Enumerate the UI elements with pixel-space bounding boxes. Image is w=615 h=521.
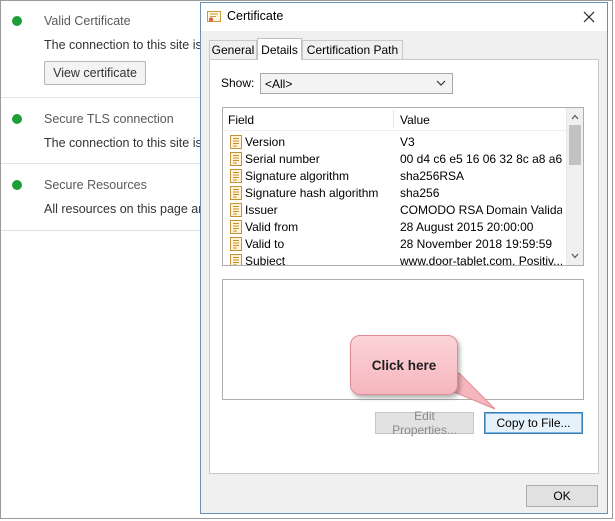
list-rows: Version V3 Serial number 00 d4 c6 e5 16 …	[223, 134, 566, 266]
field-value: 28 November 2018 19:59:59	[400, 237, 553, 251]
scrollbar-thumb[interactable]	[569, 125, 581, 165]
section-title: Secure Resources	[44, 178, 147, 192]
chevron-down-icon	[436, 80, 446, 86]
certificate-field-icon	[230, 203, 242, 217]
field-value: V3	[400, 135, 415, 149]
field-name: Serial number	[245, 152, 320, 166]
close-icon	[583, 11, 595, 23]
section-text: The connection to this site is u	[44, 136, 204, 150]
show-dropdown-value: <All>	[265, 76, 293, 91]
field-name: Valid to	[245, 237, 285, 251]
view-certificate-button[interactable]: View certificate	[44, 61, 146, 85]
certificate-field-icon	[230, 135, 242, 149]
show-dropdown[interactable]: <All>	[260, 73, 453, 94]
chevron-up-icon	[571, 114, 579, 120]
field-value: sha256	[400, 186, 440, 200]
screenshot: Valid Certificate The connection to this…	[0, 0, 613, 519]
tab-certification-path[interactable]: Certification Path	[302, 40, 403, 59]
status-dot-icon	[12, 180, 22, 190]
section-title: Secure TLS connection	[44, 112, 174, 126]
copy-to-file-button[interactable]: Copy to File...	[484, 412, 583, 434]
certificate-field-icon	[230, 254, 242, 265]
section-text: The connection to this site is u	[44, 38, 204, 52]
field-name: Subject	[245, 254, 286, 266]
certificate-field-icon	[230, 186, 242, 200]
chevron-down-icon	[571, 253, 579, 259]
field-name: Version	[245, 135, 286, 149]
details-tab-panel: Show: <All> Field Value Version V3 Seria…	[209, 59, 599, 474]
edit-properties-button[interactable]: Edit Properties...	[375, 409, 474, 437]
status-dot-icon	[12, 114, 22, 124]
certificate-field-icon	[230, 237, 242, 251]
field-name: Signature hash algorithm	[245, 186, 379, 200]
list-item[interactable]: Valid to 28 November 2018 19:59:59	[223, 236, 566, 253]
field-name: Signature algorithm	[245, 169, 350, 183]
field-name: Issuer	[245, 203, 278, 217]
field-value: COMODO RSA Domain Validati...	[400, 203, 562, 217]
field-value: 28 August 2015 20:00:00	[400, 220, 534, 234]
click-here-callout: Click here	[350, 335, 458, 395]
certificate-field-icon	[230, 152, 242, 166]
status-dot-icon	[12, 16, 22, 26]
scroll-up-button[interactable]	[567, 109, 583, 125]
show-label: Show:	[221, 76, 255, 90]
title-bar: Certificate	[201, 3, 607, 31]
column-header-field[interactable]: Field	[228, 113, 254, 127]
list-header: Field Value	[223, 108, 566, 131]
vertical-scrollbar[interactable]	[566, 108, 583, 265]
close-button[interactable]	[579, 7, 599, 27]
scroll-down-button[interactable]	[567, 248, 583, 264]
field-list[interactable]: Field Value Version V3 Serial number 00 …	[222, 107, 584, 266]
tab-details[interactable]: Details	[257, 38, 302, 60]
list-item[interactable]: Serial number 00 d4 c6 e5 16 06 32 8c a8…	[223, 151, 566, 168]
list-item[interactable]: Valid from 28 August 2015 20:00:00	[223, 219, 566, 236]
list-item[interactable]: Subject www.door-tablet.com, Positiv...	[223, 253, 566, 266]
list-item[interactable]: Version V3	[223, 134, 566, 151]
section-text: All resources on this page are	[44, 202, 204, 216]
list-item[interactable]: Signature hash algorithm sha256	[223, 185, 566, 202]
certificate-icon	[207, 11, 221, 22]
field-value: www.door-tablet.com, Positiv...	[400, 254, 562, 266]
list-item[interactable]: Issuer COMODO RSA Domain Validati...	[223, 202, 566, 219]
field-value: 00 d4 c6 e5 16 06 32 8c a8 a6...	[400, 152, 562, 166]
certificate-field-icon	[230, 169, 242, 183]
list-item[interactable]: Signature algorithm sha256RSA	[223, 168, 566, 185]
column-header-value[interactable]: Value	[400, 113, 430, 127]
section-title: Valid Certificate	[44, 14, 131, 28]
column-divider[interactable]	[393, 110, 394, 128]
certificate-field-icon	[230, 220, 242, 234]
field-value: sha256RSA	[400, 169, 465, 183]
ok-button[interactable]: OK	[526, 485, 598, 507]
dialog-title: Certificate	[227, 9, 284, 23]
certificate-dialog: Certificate General Details Certificatio…	[200, 2, 608, 514]
tab-general[interactable]: General	[209, 40, 257, 59]
field-name: Valid from	[245, 220, 299, 234]
